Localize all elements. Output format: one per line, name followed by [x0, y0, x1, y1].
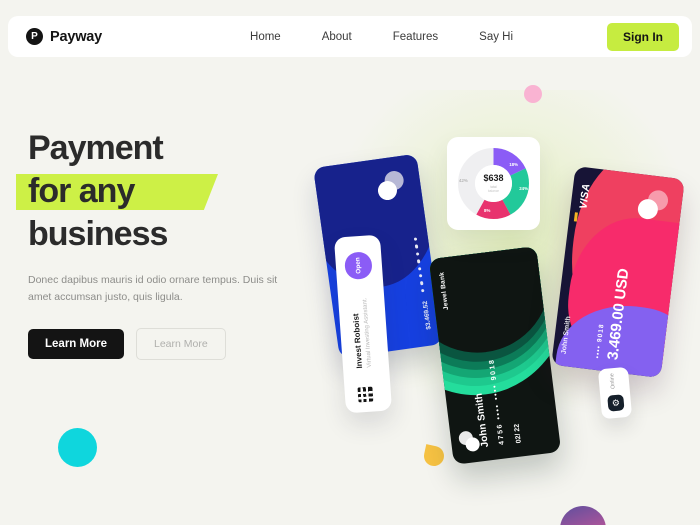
decorative-cyan-circle	[58, 428, 97, 467]
donut-label-remaining: 42%	[459, 178, 468, 183]
visa-card-mastercard-icon	[636, 188, 672, 222]
decorative-gradient-circle	[560, 506, 606, 525]
donut-center-value: $638	[483, 172, 504, 183]
donut-label-pink: 8%	[484, 208, 491, 213]
brand-logo[interactable]: P Payway	[26, 28, 102, 45]
headline-line-3: business	[28, 215, 168, 253]
headline-line-2-text: for any	[28, 172, 135, 210]
headline-line-1: Payment	[28, 129, 164, 167]
open-pill-button[interactable]: Open	[344, 251, 373, 281]
card-blue-amount: $3.469.52	[421, 300, 433, 331]
card-online-widget[interactable]: Online ⚙	[597, 366, 633, 420]
card-visa[interactable]: VISA John Smith •••• 9018 3.469.00 USD	[551, 166, 685, 378]
navbar: P Payway Home About Features Say Hi Sign…	[8, 16, 692, 57]
hero-paragraph: Donec dapibus mauris id odio ornare temp…	[28, 274, 278, 303]
donut-label-purple: 18%	[509, 162, 518, 167]
online-card-label: Online	[609, 372, 617, 390]
donut-chart: $638 total balance 42% 18% 24% 8%	[458, 148, 529, 219]
green-card-mastercard-icon	[458, 429, 486, 454]
invest-card-title: Invest Roboist	[351, 313, 365, 369]
headline-line-2: for any	[16, 170, 328, 213]
balance-chart-card[interactable]: $638 total balance 42% 18% 24% 8%	[447, 137, 540, 230]
card-jewel-bank[interactable]: Jewel Bank 4756 •••• •••• 9018 John Smit…	[428, 246, 562, 465]
nav-link-about[interactable]: About	[322, 31, 352, 43]
nav-links: Home About Features Say Hi	[250, 31, 513, 43]
card-blue-mastercard-icon	[376, 169, 410, 203]
open-pill-label: Open	[354, 257, 363, 275]
sign-in-button[interactable]: Sign In	[607, 22, 679, 51]
qr-code-icon	[357, 386, 374, 403]
learn-more-primary-button[interactable]: Learn More	[28, 329, 124, 359]
landing-page: P Payway Home About Features Say Hi Sign…	[0, 0, 700, 525]
learn-more-secondary-button[interactable]: Learn More	[136, 328, 226, 360]
green-card-expiry: 02/ 22	[513, 422, 523, 444]
nav-link-home[interactable]: Home	[250, 31, 281, 43]
settings-icon[interactable]: ⚙	[607, 394, 625, 412]
decorative-pink-circle	[524, 85, 542, 103]
donut-center: $638 total balance	[475, 165, 512, 202]
decorative-orange-blob	[422, 444, 446, 468]
brand-name: Payway	[50, 28, 103, 45]
payway-logo-icon: P	[26, 28, 43, 45]
hero-buttons: Learn More Learn More	[28, 328, 328, 360]
donut-center-sub2: balance	[487, 189, 500, 193]
invest-card-subtitle: Virtual Investing Assistant.	[362, 297, 374, 368]
hero-section: Payment for any business Donec dapibus m…	[16, 127, 328, 360]
nav-link-say-hi[interactable]: Say Hi	[479, 31, 513, 43]
nav-link-features[interactable]: Features	[393, 31, 438, 43]
donut-label-green: 24%	[519, 186, 528, 191]
